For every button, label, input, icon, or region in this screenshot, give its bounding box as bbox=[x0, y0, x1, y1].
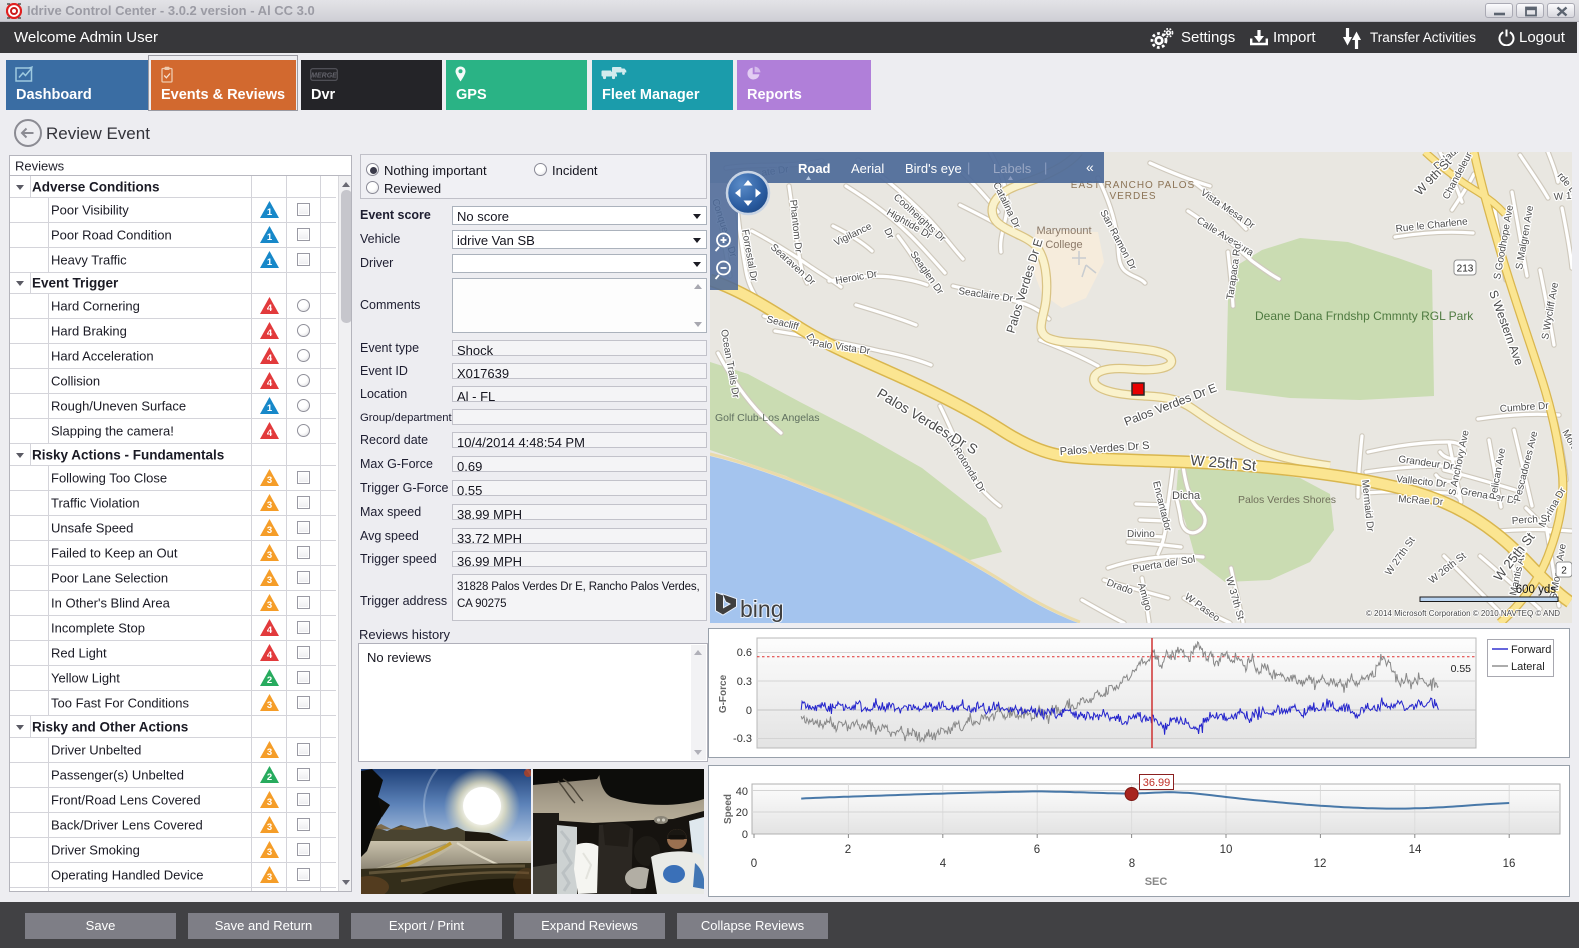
svg-text:W 10t: W 10t bbox=[1553, 190, 1572, 203]
svg-text:MERGE: MERGE bbox=[311, 73, 337, 80]
svg-text:0.3: 0.3 bbox=[737, 676, 752, 688]
svg-text:Golf Club-Los Angelas: Golf Club-Los Angelas bbox=[715, 412, 819, 424]
svg-text:0.6: 0.6 bbox=[737, 647, 752, 659]
svg-text:Bird's eye: Bird's eye bbox=[905, 161, 962, 176]
svg-text:VERDES: VERDES bbox=[1109, 191, 1156, 202]
svg-text:10: 10 bbox=[1220, 844, 1233, 856]
svg-text:16: 16 bbox=[1503, 858, 1516, 870]
svg-text:0: 0 bbox=[751, 858, 757, 870]
svg-text:Labels: Labels bbox=[993, 161, 1032, 176]
svg-text:SEC: SEC bbox=[1145, 876, 1168, 888]
svg-text:G-Force: G-Force bbox=[718, 674, 729, 713]
svg-text:College: College bbox=[1045, 239, 1082, 251]
svg-text:© 2014 Microsoft Corporation: © 2014 Microsoft Corporation © 2010 NAVT… bbox=[1366, 609, 1560, 618]
svg-text:0.55: 0.55 bbox=[1451, 663, 1472, 675]
svg-text:36.99: 36.99 bbox=[1143, 777, 1171, 789]
svg-text:Forward: Forward bbox=[1511, 644, 1551, 656]
svg-text:0: 0 bbox=[746, 705, 752, 717]
svg-text:0: 0 bbox=[742, 829, 748, 841]
svg-text:Divino: Divino bbox=[1127, 529, 1155, 540]
svg-text:Deane Dana Frndshp Cmmnty RGL: Deane Dana Frndshp Cmmnty RGL Park bbox=[1255, 309, 1474, 323]
svg-text:-0.3: -0.3 bbox=[733, 733, 752, 745]
svg-text:|: | bbox=[967, 160, 970, 175]
svg-text:20: 20 bbox=[736, 807, 748, 819]
svg-text:2: 2 bbox=[1561, 566, 1567, 577]
svg-text:Road: Road bbox=[798, 161, 831, 176]
svg-text:Marymount: Marymount bbox=[1036, 225, 1091, 237]
svg-text:bing: bing bbox=[740, 596, 783, 622]
svg-text:«: « bbox=[1086, 159, 1094, 175]
svg-text:Lateral: Lateral bbox=[1511, 661, 1545, 673]
svg-text:Dicha: Dicha bbox=[1172, 490, 1201, 502]
svg-text:600 yds: 600 yds bbox=[1516, 584, 1557, 596]
svg-text:2: 2 bbox=[845, 844, 851, 856]
svg-text:8: 8 bbox=[1129, 858, 1135, 870]
svg-text:Aerial: Aerial bbox=[851, 161, 884, 176]
svg-text:4: 4 bbox=[940, 858, 947, 870]
svg-text:|: | bbox=[1044, 160, 1047, 175]
svg-text:6: 6 bbox=[1034, 844, 1040, 856]
svg-text:12: 12 bbox=[1314, 858, 1327, 870]
svg-text:14: 14 bbox=[1409, 844, 1422, 856]
svg-text:Speed: Speed bbox=[723, 794, 734, 824]
svg-text:Palos Verdes Shores: Palos Verdes Shores bbox=[1238, 494, 1336, 506]
svg-text:40: 40 bbox=[736, 786, 748, 798]
svg-text:213: 213 bbox=[1457, 264, 1474, 275]
